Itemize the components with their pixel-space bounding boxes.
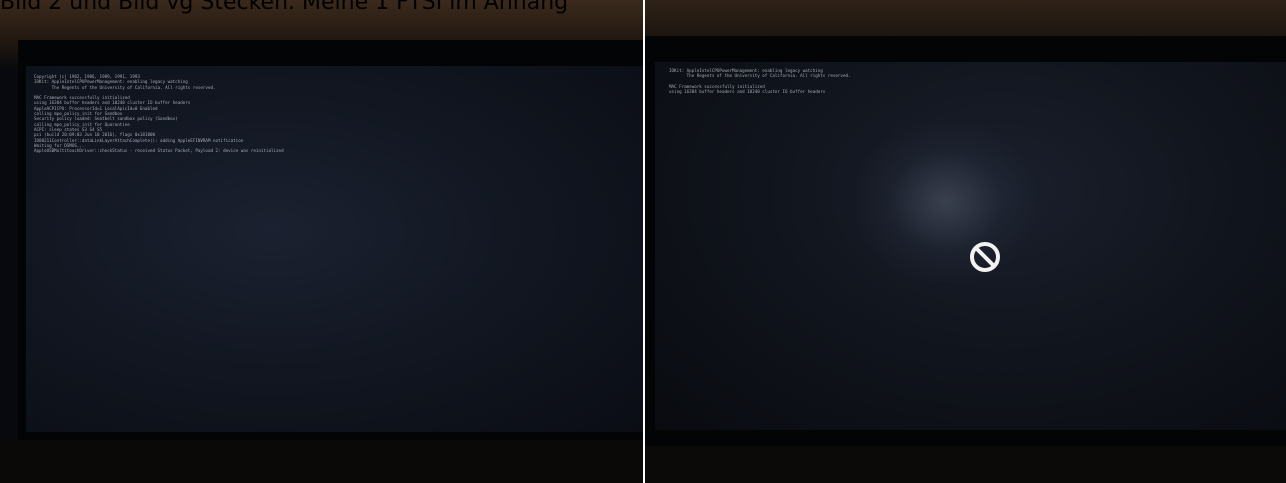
left-photo: Copyright (c) 1982, 1986, 1989, 1991, 19… <box>0 0 643 483</box>
boot-log-text: Copyright (c) 1982, 1986, 1989, 1991, 19… <box>34 74 284 154</box>
monitor-screen: Copyright (c) 1982, 1986, 1989, 1991, 19… <box>26 66 643 432</box>
desk-area <box>645 446 1286 483</box>
screen-glare <box>855 122 1035 282</box>
prohibited-icon <box>970 242 1000 272</box>
boot-log-text: IOKit: AppleIntelCPUPowerManagement: ena… <box>669 68 851 95</box>
desk-area <box>0 440 643 483</box>
right-photo: IOKit: AppleIntelCPUPowerManagement: ena… <box>645 0 1286 483</box>
caption: Bild 2 und Bild vg Stecken. Meine 1 FTSI… <box>0 0 569 15</box>
